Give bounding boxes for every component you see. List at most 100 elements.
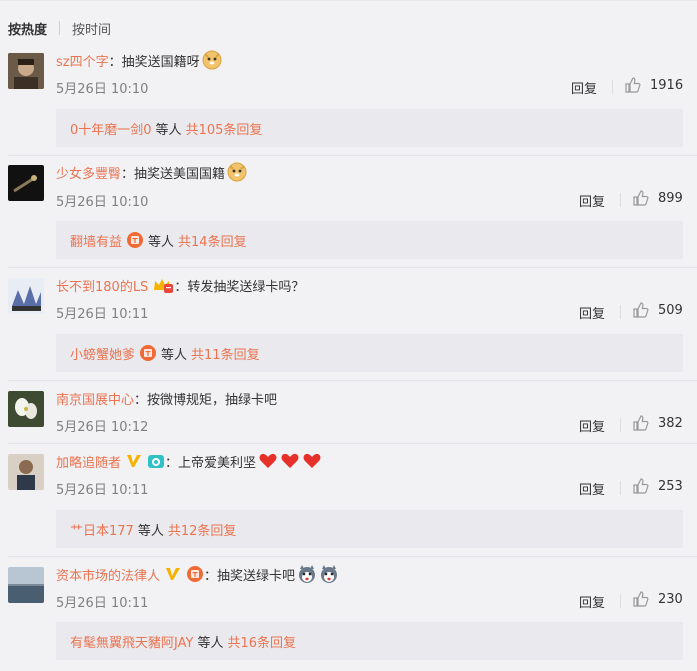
sort-divider [59,21,61,35]
sub-reply-count-link[interactable]: 共11条回复 [191,344,260,363]
action-divider [620,418,621,432]
sort-by-hot-tab[interactable]: 按热度 [8,19,47,38]
sub-reply-count-link[interactable]: 共14条回复 [178,231,247,250]
like-count: 253 [658,478,683,494]
action-divider [620,305,621,319]
sub-reply-etc: 等人 [148,234,175,250]
avatar[interactable] [8,278,44,314]
reply-button[interactable]: 回复 [579,479,605,498]
like-count: 1916 [650,77,684,93]
reply-button[interactable]: 回复 [571,78,597,97]
camera-badge-icon [148,455,165,468]
thumbs-up-icon [633,302,649,318]
colon: ： [204,568,218,584]
action-divider [620,594,621,608]
husky-emoji-icon [321,565,338,583]
comment-divider [8,556,697,557]
sub-replies-box[interactable]: 有髦無翼飛天豬阿JAY 等人 共16条回复 [56,622,683,660]
colon: ： [134,392,148,408]
comment-time: 5月26日 10:12 [56,420,149,435]
comment-text: 按微博规矩，抽绿卡吧 [147,392,278,408]
thumbs-up-icon [633,478,649,494]
action-divider [612,80,613,94]
avatar[interactable] [8,391,44,427]
comment-text: 转发抽奖送绿卡吗？ [187,279,305,295]
sub-reply-user[interactable]: 艹日本177 [70,520,134,539]
verified-v-badge-icon [166,568,181,580]
username-link[interactable]: 南京国展中心 [56,389,134,408]
reply-button[interactable]: 回复 [579,592,605,611]
husky-emoji-icon [299,565,316,583]
like-count: 382 [658,415,683,431]
sub-replies-box[interactable]: 小螃蟹她爹 等人 共11条回复 [56,334,683,372]
like-count: 230 [658,591,683,607]
sub-reply-etc: 等人 [155,122,182,138]
sub-reply-etc: 等人 [137,523,164,539]
comment-divider [8,443,697,444]
avatar[interactable] [8,165,44,201]
sub-replies-box[interactable]: 艹日本177 等人 共12条回复 [56,510,683,548]
sub-reply-etc: 等人 [197,635,224,651]
like-count: 509 [658,302,683,318]
like-button[interactable]: 509 [632,301,683,319]
comment-time: 5月26日 10:11 [56,483,149,498]
sort-bar: 按热度 按时间 [8,18,111,38]
vip-crown-badge-icon [154,279,174,293]
colon: ： [108,54,122,70]
action-divider [620,193,621,207]
comment-divider [8,380,697,381]
comment-divider [8,267,697,268]
sub-reply-user[interactable]: 小螃蟹她爹 [70,344,135,363]
doge-emoji-icon [202,50,222,70]
sub-reply-count-link[interactable]: 共16条回复 [227,632,296,651]
sub-replies-box[interactable]: 翻墙有益 等人 共14条回复 [56,221,683,259]
reply-button[interactable]: 回复 [579,191,605,210]
thumbs-up-icon [633,591,649,607]
like-button[interactable]: 230 [632,590,683,608]
red-envelope-badge-icon [187,566,204,582]
sub-reply-count-link[interactable]: 共12条回复 [168,520,237,539]
colon: ： [121,166,135,182]
colon: ： [165,455,179,471]
heart-emoji-icon [259,453,277,468]
colon: ： [174,279,188,295]
comment-text: 抽奖送美国国籍 [134,166,226,182]
username-link[interactable]: 加略追随者 [56,452,121,471]
username-link[interactable]: 资本市场的法律人 [56,565,160,584]
username-link[interactable]: 少女多豐臀 [56,163,121,182]
like-count: 899 [658,190,683,206]
like-button[interactable]: 1916 [624,76,683,94]
sort-by-time-tab[interactable]: 按时间 [72,19,111,38]
thumbs-up-icon [633,190,649,206]
red-envelope-badge-icon [140,345,157,361]
username-link[interactable]: sz四个字 [56,51,109,70]
heart-emoji-icon [303,453,321,468]
sub-reply-user[interactable]: 0十年磨一剑0 [70,119,152,138]
sub-reply-etc: 等人 [161,347,188,363]
thumbs-up-icon [633,415,649,431]
comment-time: 5月26日 10:10 [56,82,149,97]
reply-button[interactable]: 回复 [579,416,605,435]
username-link[interactable]: 长不到180的LS [56,276,148,295]
sub-reply-user[interactable]: 翻墙有益 [70,231,122,250]
sub-replies-box[interactable]: 0十年磨一剑0 等人 共105条回复 [56,109,683,147]
comment-divider [8,155,697,156]
sub-reply-count-link[interactable]: 共105条回复 [186,119,263,138]
like-button[interactable]: 253 [632,477,683,495]
top-divider [0,0,697,1]
sub-reply-user[interactable]: 有髦無翼飛天豬阿JAY [70,632,193,651]
comment-time: 5月26日 10:11 [56,307,149,322]
heart-emoji-icon [281,453,299,468]
comment-text: 抽奖送绿卡吧 [217,568,296,584]
verified-v-badge-icon [127,455,142,467]
thumbs-up-icon [625,77,641,93]
avatar[interactable] [8,567,44,603]
reply-button[interactable]: 回复 [579,303,605,322]
comment-text: 抽奖送国籍呀 [121,54,200,70]
doge-emoji-icon [227,162,247,182]
like-button[interactable]: 899 [632,189,683,207]
comment-time: 5月26日 10:10 [56,195,149,210]
avatar[interactable] [8,53,44,89]
like-button[interactable]: 382 [632,414,683,432]
avatar[interactable] [8,454,44,490]
